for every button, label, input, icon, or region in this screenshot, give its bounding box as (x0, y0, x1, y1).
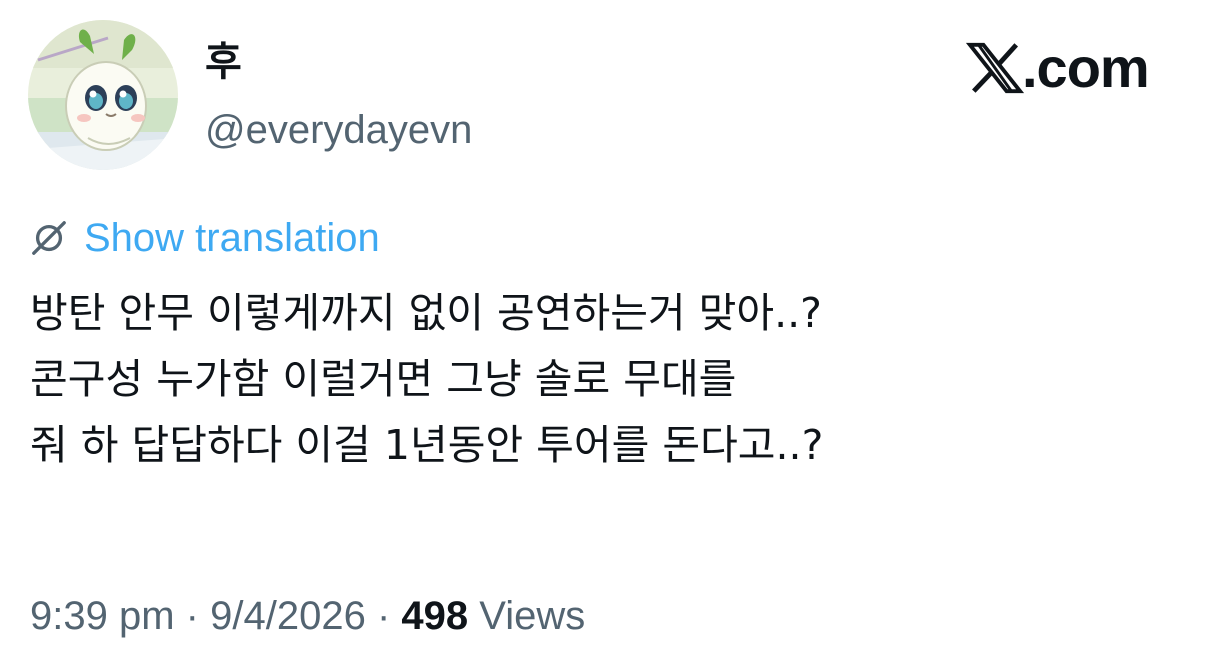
views-count[interactable]: 498 (401, 594, 468, 638)
meta-separator: · (376, 594, 391, 638)
tweet-text: 방탄 안무 이렇게까지 없이 공연하는거 맞아..? 콘구성 누가함 이럴거면 … (30, 280, 1170, 478)
show-translation-row[interactable]: Show translation (30, 214, 380, 262)
globe-translate-icon (32, 221, 66, 255)
cartoon-leek-character-avatar-icon (28, 20, 178, 170)
show-translation-link[interactable]: Show translation (84, 214, 380, 262)
tweet-time[interactable]: 9:39 pm (30, 594, 175, 638)
brand-watermark: .com (966, 36, 1150, 99)
tweet-date[interactable]: 9/4/2026 (210, 594, 366, 638)
tweet-text-line: 콘구성 누가함 이럴거면 그냥 솔로 무대를 (30, 355, 737, 403)
tweet-meta: 9:39 pm · 9/4/2026 · 498 Views (30, 590, 585, 642)
brand-text: .com (1022, 36, 1150, 99)
tweet-text-line: 방탄 안무 이렇게까지 없이 공연하는거 맞아..? (30, 289, 822, 337)
views-label[interactable]: Views (479, 594, 585, 638)
author-handle[interactable]: @everydayevn (205, 104, 472, 156)
x-logo-icon (966, 42, 1024, 94)
author-display-name[interactable]: 후 (205, 38, 242, 86)
tweet-text-line: 줘 하 답답하다 이걸 1년동안 투어를 돈다고..? (30, 421, 824, 469)
meta-separator: · (185, 594, 199, 638)
avatar[interactable] (28, 20, 178, 170)
